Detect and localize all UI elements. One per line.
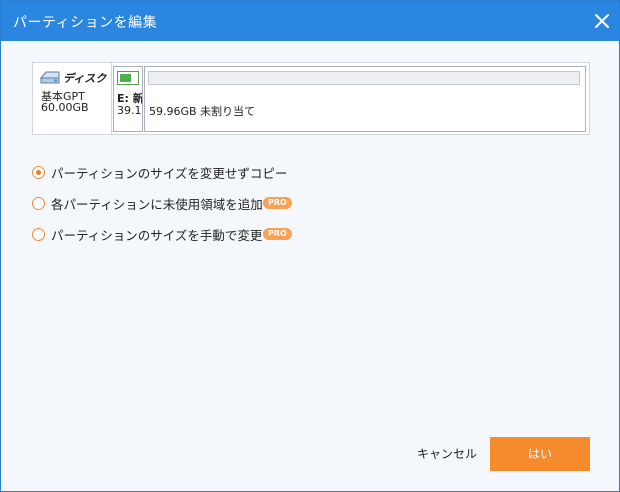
partition-usage-bar [117,71,139,85]
disk-map: ディスク 基本GPT 60.00GB E: 新 39.1 59.96GB 未割り… [32,62,590,135]
unallocated-space[interactable]: 59.96GB 未割り当て [144,66,586,132]
disk-name: ディスク [63,72,107,85]
option-label: 各パーティションに未使用領域を追加 [51,197,263,212]
dialog-title: パーティションを編集 [13,15,158,31]
edit-partition-dialog: パーティションを編集 ディスク 基本GPT 60.00GB E: 新 39.1 [0,0,620,492]
close-icon [595,14,609,28]
pro-badge: PRO [263,197,292,209]
radio-button[interactable] [32,197,45,210]
unallocated-bar [148,71,580,85]
disk-info[interactable]: ディスク 基本GPT 60.00GB [33,63,112,134]
option-label: パーティションのサイズを手動で変更 [51,228,263,243]
partition-usage-fill [120,74,131,82]
unallocated-label: 59.96GB 未割り当て [149,105,256,118]
option-label: パーティションのサイズを変更せずコピー [51,166,288,181]
pro-badge: PRO [263,228,292,240]
close-button[interactable] [591,10,613,32]
disk-size: 60.00GB [41,101,89,114]
cancel-button[interactable]: キャンセル [411,443,483,465]
partition-e[interactable]: E: 新 39.1 [113,66,143,132]
radio-button[interactable] [32,166,45,179]
ok-button[interactable]: はい [490,437,590,471]
title-bar: パーティションを編集 [1,1,619,41]
partition-size: 39.1 [117,104,142,117]
disk-icon [40,71,60,84]
radio-button[interactable] [32,228,45,241]
